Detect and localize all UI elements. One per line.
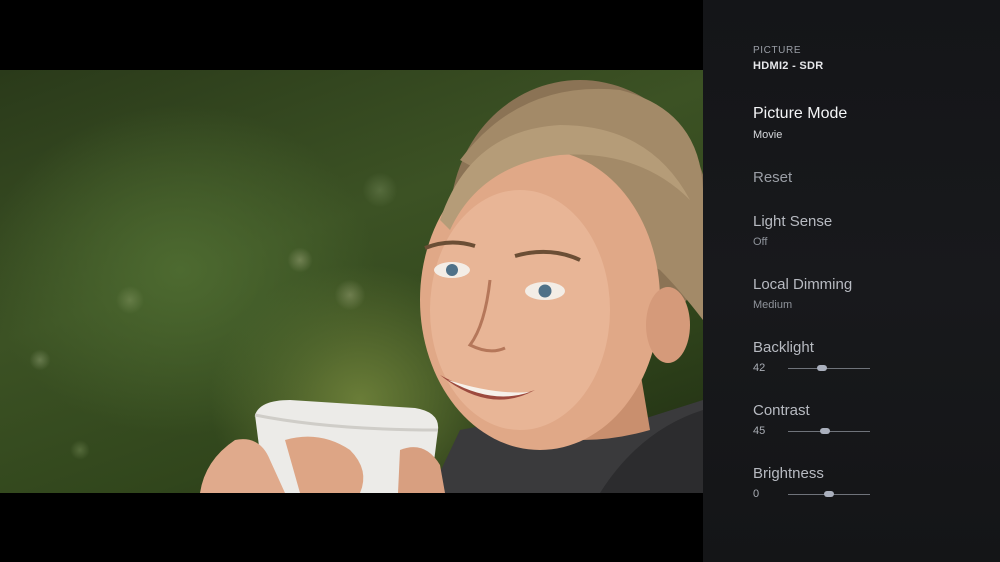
local-dimming-item[interactable]: Local Dimming Medium	[753, 276, 852, 311]
letterbox-bottom	[0, 493, 703, 562]
reset-item[interactable]: Reset	[753, 169, 792, 186]
contrast-value: 45	[753, 425, 766, 437]
video-preview	[0, 70, 703, 493]
brightness-item[interactable]: Brightness 0	[753, 465, 870, 502]
brightness-slider-knob[interactable]	[824, 491, 834, 497]
light-sense-label: Light Sense	[753, 213, 833, 230]
picture-mode-item[interactable]: Picture Mode Movie	[753, 105, 847, 141]
picture-mode-value: Movie	[753, 129, 783, 141]
brightness-slider[interactable]	[788, 491, 870, 497]
reset-label: Reset	[753, 169, 793, 186]
contrast-slider[interactable]	[788, 428, 870, 434]
backlight-slider-knob[interactable]	[817, 365, 828, 371]
contrast-label: Contrast	[753, 402, 810, 419]
local-dimming-value: Medium	[753, 299, 793, 311]
local-dimming-label: Local Dimming	[753, 276, 853, 293]
panel-section-title: PICTURE	[753, 45, 802, 56]
light-sense-value: Off	[753, 236, 768, 248]
brightness-label: Brightness	[753, 465, 824, 482]
input-source: HDMI2 - SDR	[753, 60, 824, 72]
light-sense-item[interactable]: Light Sense Off	[753, 213, 832, 248]
backlight-item[interactable]: Backlight 42	[753, 339, 870, 376]
video-frame-woman	[200, 80, 703, 493]
contrast-slider-knob[interactable]	[819, 428, 830, 434]
backlight-slider[interactable]	[788, 365, 870, 371]
picture-settings-panel: PICTURE HDMI2 - SDR Picture Mode Movie R…	[703, 0, 1000, 562]
contrast-item[interactable]: Contrast 45	[753, 402, 870, 439]
backlight-value: 42	[753, 362, 766, 374]
picture-mode-label: Picture Mode	[753, 105, 848, 122]
brightness-value: 0	[753, 488, 760, 500]
backlight-label: Backlight	[753, 339, 814, 356]
